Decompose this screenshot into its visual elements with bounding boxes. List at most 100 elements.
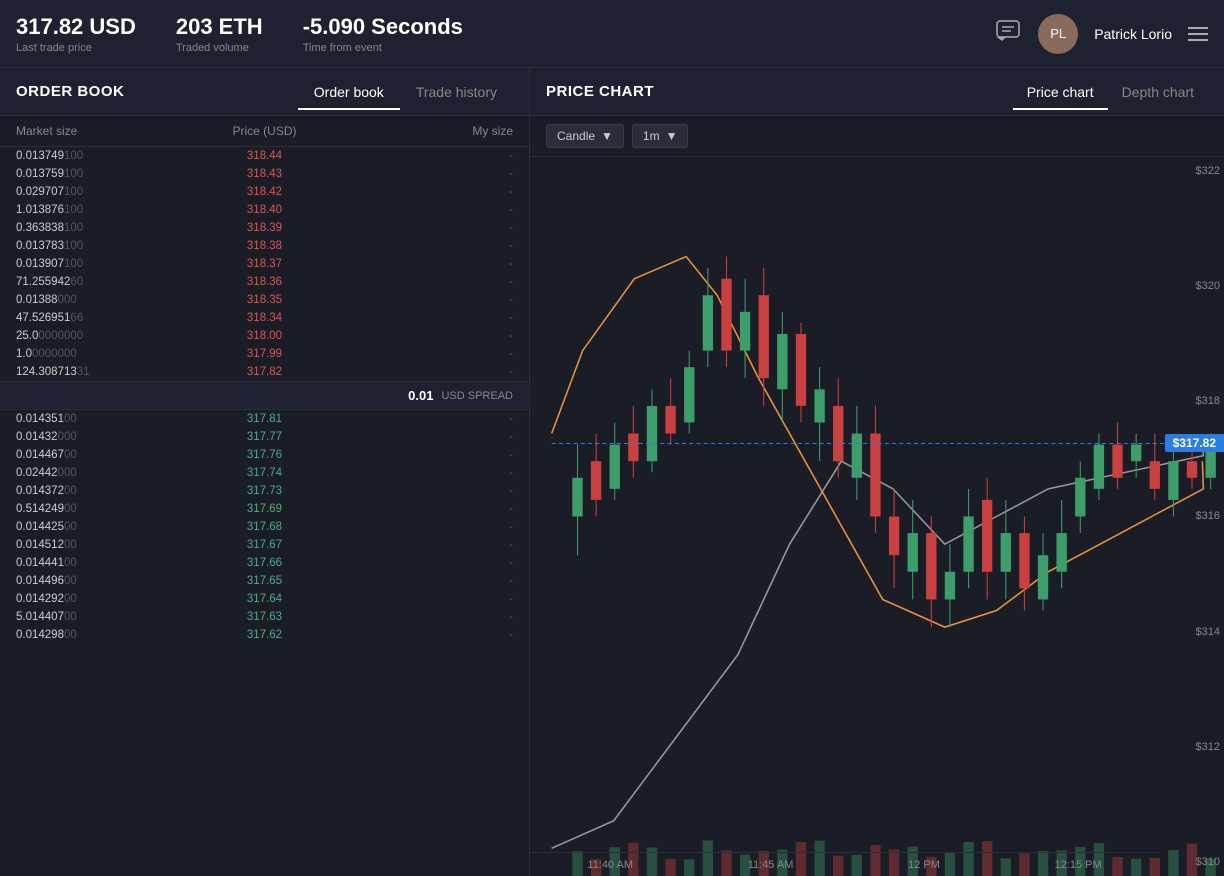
spread-value: 0.01	[408, 388, 433, 403]
spread-row: 0.01 USD SPREAD	[0, 381, 529, 410]
tab-price-chart[interactable]: Price chart	[1013, 76, 1108, 108]
candle-body	[777, 334, 787, 389]
last-trade-value: 317.82 USD	[16, 14, 136, 40]
bid-market-size: 0.01429800	[16, 629, 182, 641]
ask-market-size: 0.013749100	[16, 150, 182, 162]
hamburger-line-2	[1188, 33, 1208, 35]
top-bar-actions: PL Patrick Lorio	[994, 14, 1208, 54]
bid-market-size: 0.01432000	[16, 431, 182, 443]
ask-row[interactable]: 1.013876100 318.40 -	[0, 201, 529, 219]
left-panel: ORDER BOOK Order book Trade history Mark…	[0, 68, 530, 876]
bid-my-size: -	[347, 503, 513, 515]
bid-row[interactable]: 0.01442500 317.68 -	[0, 518, 529, 536]
chart-area: $322$320$318$316$314$312$310 11:40 AM11:…	[530, 157, 1224, 876]
candle-body	[572, 478, 582, 517]
bid-market-size: 0.01449600	[16, 575, 182, 587]
bid-market-size: 0.51424900	[16, 503, 182, 515]
bid-row[interactable]: 0.01432000 317.77 -	[0, 428, 529, 446]
traded-volume-stat: 203 ETH Traded volume	[176, 14, 263, 54]
candle-body	[926, 533, 936, 599]
ask-my-size: -	[347, 330, 513, 342]
bid-row[interactable]: 0.01451200 317.67 -	[0, 536, 529, 554]
bid-market-size: 0.01444100	[16, 557, 182, 569]
column-headers: Market size Price (USD) My size	[0, 116, 529, 147]
bid-row[interactable]: 0.02442000 317.74 -	[0, 464, 529, 482]
stats-row: 317.82 USD Last trade price 203 ETH Trad…	[16, 14, 994, 54]
ask-row[interactable]: 124.30871331 317.82 -	[0, 363, 529, 381]
candle-body	[591, 461, 601, 500]
ask-row[interactable]: 25.00000000 318.00 -	[0, 327, 529, 345]
bid-my-size: -	[347, 431, 513, 443]
bid-row[interactable]: 0.01437200 317.73 -	[0, 482, 529, 500]
tab-order-book[interactable]: Order book	[298, 76, 400, 108]
bid-row[interactable]: 0.01435100 317.81 -	[0, 410, 529, 428]
bid-row[interactable]: 0.01444100 317.66 -	[0, 554, 529, 572]
timeframe-dropdown[interactable]: 1m ▼	[632, 124, 689, 148]
bid-row[interactable]: 0.01446700 317.76 -	[0, 446, 529, 464]
ask-market-size: 25.00000000	[16, 330, 182, 342]
candle-body	[1131, 445, 1141, 462]
bid-my-size: -	[347, 557, 513, 569]
candle-body	[610, 445, 620, 489]
tab-depth-chart[interactable]: Depth chart	[1108, 76, 1208, 108]
bid-row[interactable]: 0.51424900 317.69 -	[0, 500, 529, 518]
chat-button[interactable]	[994, 17, 1022, 51]
ask-price: 318.40	[182, 204, 348, 216]
main-layout: ORDER BOOK Order book Trade history Mark…	[0, 68, 1224, 876]
hamburger-line-1	[1188, 27, 1208, 29]
ask-row[interactable]: 71.25594260 318.36 -	[0, 273, 529, 291]
ask-my-size: -	[347, 240, 513, 252]
timeframe-chevron-icon: ▼	[666, 129, 678, 143]
bid-row[interactable]: 0.01429800 317.62 -	[0, 626, 529, 644]
bid-price: 317.73	[182, 485, 348, 497]
bid-market-size: 0.02442000	[16, 467, 182, 479]
ask-row[interactable]: 0.363838100 318.39 -	[0, 219, 529, 237]
ask-my-size: -	[347, 150, 513, 162]
candle-body	[1001, 533, 1011, 572]
x-axis-label: 12 PM	[908, 859, 940, 871]
ask-row[interactable]: 0.013907100 318.37 -	[0, 255, 529, 273]
ask-price: 318.35	[182, 294, 348, 306]
ask-price: 317.82	[182, 366, 348, 378]
candle-body	[740, 312, 750, 351]
bid-row[interactable]: 0.01429200 317.64 -	[0, 590, 529, 608]
ask-row[interactable]: 47.52695166 318.34 -	[0, 309, 529, 327]
ask-my-size: -	[347, 276, 513, 288]
bid-my-size: -	[347, 593, 513, 605]
candle-type-dropdown[interactable]: Candle ▼	[546, 124, 624, 148]
ask-market-size: 47.52695166	[16, 312, 182, 324]
ask-market-size: 0.363838100	[16, 222, 182, 234]
ask-my-size: -	[347, 186, 513, 198]
candle-body	[703, 295, 713, 350]
bid-market-size: 0.01451200	[16, 539, 182, 551]
bid-price: 317.62	[182, 629, 348, 641]
ask-row[interactable]: 0.013783100 318.38 -	[0, 237, 529, 255]
ask-row[interactable]: 0.013749100 318.44 -	[0, 147, 529, 165]
tab-trade-history[interactable]: Trade history	[400, 76, 513, 108]
bid-price: 317.74	[182, 467, 348, 479]
spread-label: USD SPREAD	[441, 390, 513, 402]
bid-row[interactable]: 0.01449600 317.65 -	[0, 572, 529, 590]
ask-my-size: -	[347, 312, 513, 324]
bid-row[interactable]: 5.01440700 317.63 -	[0, 608, 529, 626]
ask-market-size: 124.30871331	[16, 366, 182, 378]
ask-row[interactable]: 0.029707100 318.42 -	[0, 183, 529, 201]
ask-my-size: -	[347, 348, 513, 360]
ask-row[interactable]: 0.013759100 318.43 -	[0, 165, 529, 183]
col-market-size: Market size	[16, 124, 182, 138]
bid-market-size: 0.01435100	[16, 413, 182, 425]
candle-body	[1168, 461, 1178, 500]
bid-market-size: 0.01437200	[16, 485, 182, 497]
ask-row[interactable]: 0.01388000 318.35 -	[0, 291, 529, 309]
hamburger-menu-button[interactable]	[1188, 27, 1208, 41]
ask-market-size: 0.013907100	[16, 258, 182, 270]
ask-my-size: -	[347, 294, 513, 306]
x-axis-label: 11:45 AM	[748, 859, 794, 871]
candle-body	[759, 295, 769, 378]
ask-row[interactable]: 1.00000000 317.99 -	[0, 345, 529, 363]
candle-body	[1056, 533, 1066, 572]
candle-body	[647, 406, 657, 461]
bid-my-size: -	[347, 611, 513, 623]
ask-market-size: 71.25594260	[16, 276, 182, 288]
bid-my-size: -	[347, 449, 513, 461]
